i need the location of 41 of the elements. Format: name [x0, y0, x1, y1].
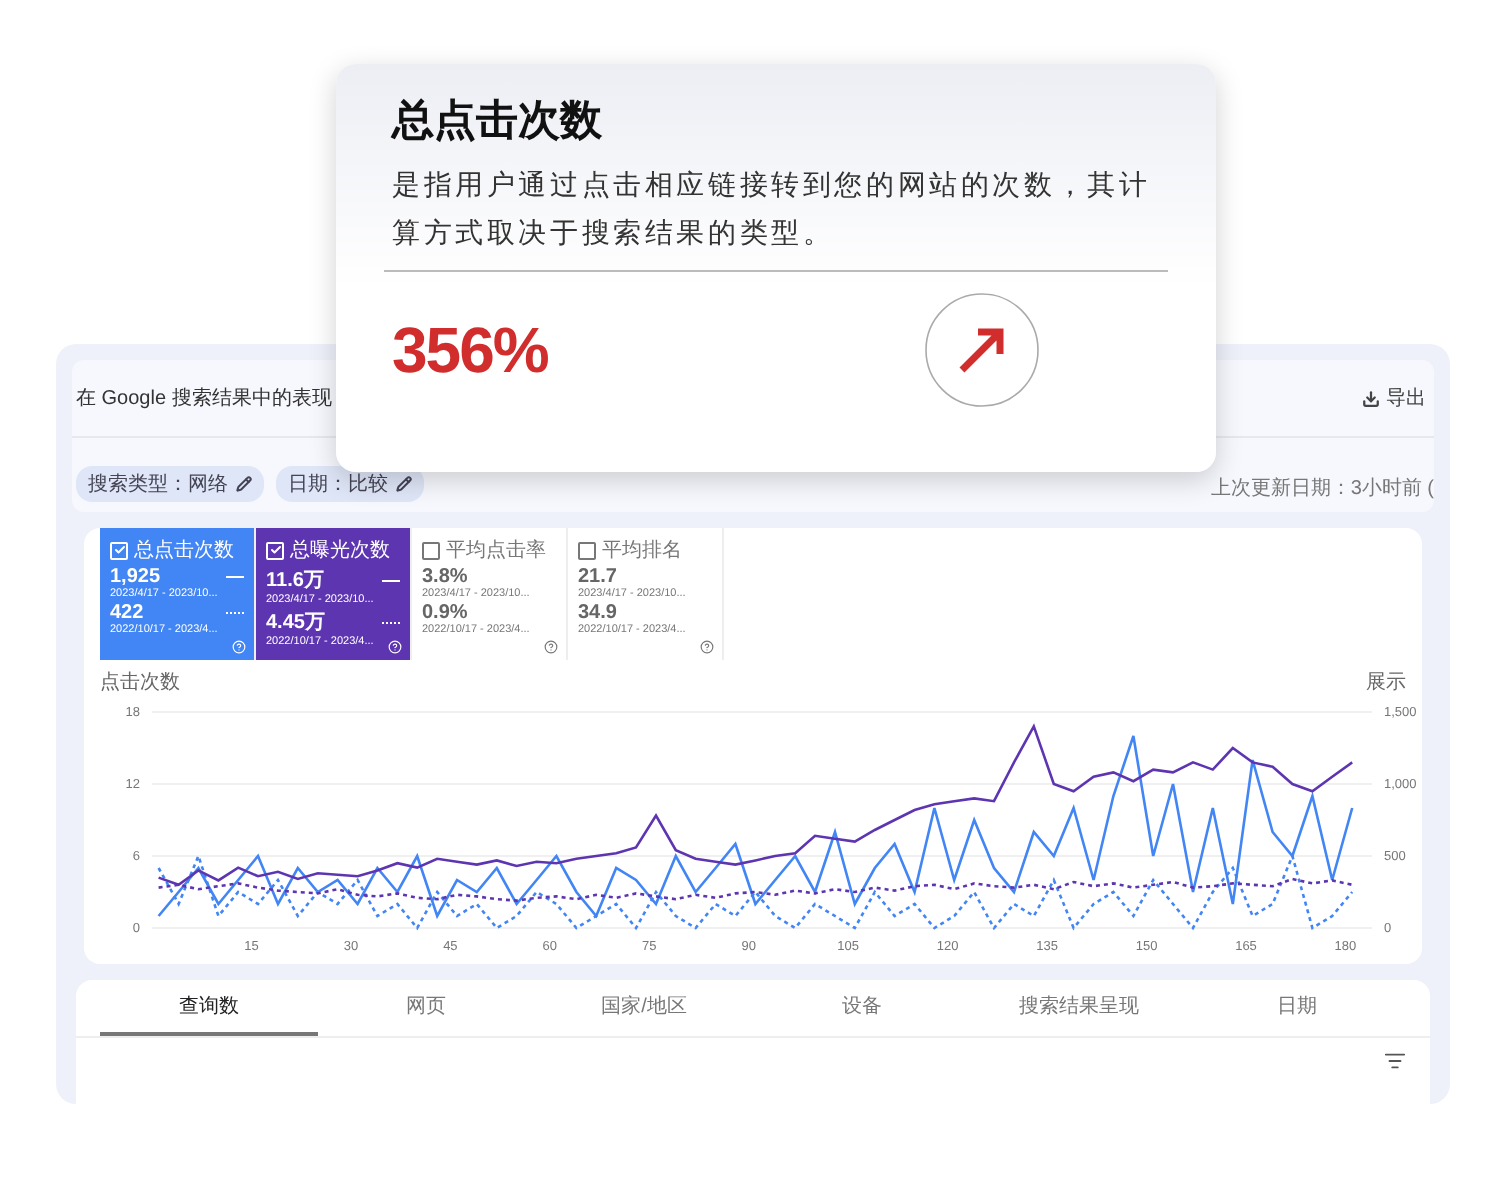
checkbox[interactable] [422, 541, 440, 559]
metric-value: 34.9 [578, 602, 617, 624]
card-title: 总点击次数 [392, 96, 604, 148]
axis-title: 展示 [1366, 670, 1406, 696]
export-button[interactable]: 导出 [1362, 384, 1426, 412]
metric-value: 11.6万 [266, 568, 324, 594]
metric-label: 总点击次数 [134, 537, 234, 564]
table-tab[interactable]: 搜索结果呈现 [970, 980, 1189, 1036]
report-title: 在 Google 搜索结果中的表现 [76, 385, 332, 412]
filter-chip[interactable]: 搜索类型：网络 [76, 466, 264, 502]
last-updated-text: 上次更新日期：3小时前 ( [1210, 475, 1434, 502]
pencil-icon [396, 476, 412, 492]
table-tab[interactable]: 国家/地区 [535, 980, 753, 1036]
filter-icon[interactable] [1384, 1050, 1406, 1072]
table-tab[interactable]: 设备 [752, 980, 971, 1036]
checkbox[interactable] [578, 541, 596, 559]
metric-label: 平均点击率 [446, 537, 546, 564]
download-icon [1362, 389, 1380, 407]
table-tab[interactable]: 查询数 [100, 980, 318, 1036]
metric-value: 4.45万 [266, 610, 325, 636]
dotted-line-icon [226, 612, 244, 614]
metric-value: 1,925 [110, 566, 161, 588]
growth-value: 356% [392, 313, 548, 387]
metric-label: 平均排名 [602, 537, 682, 564]
metric-value: 0.9% [422, 602, 468, 624]
metric-label: 总曝光次数 [290, 537, 390, 564]
solid-line-icon [226, 576, 244, 578]
pencil-icon [236, 476, 252, 492]
filter-chip[interactable]: 日期：比较 [276, 466, 424, 502]
table-tab[interactable]: 日期 [1188, 980, 1406, 1036]
metric-value: 422 [110, 602, 144, 624]
solid-line-icon [382, 579, 400, 581]
dotted-line-icon [382, 621, 400, 623]
help-icon[interactable] [544, 640, 558, 654]
card-description: 是指用户通过点击相应链接转到您的网站的次数，其计算方式取决于搜索结果的类型。 [392, 166, 1153, 252]
metric-value: 21.7 [578, 566, 617, 588]
trend-up-icon [924, 292, 1040, 408]
axis-title: 点击次数 [100, 669, 180, 696]
help-icon[interactable] [700, 640, 714, 654]
table-tab[interactable]: 网页 [317, 980, 536, 1036]
metric-value: 3.8% [422, 566, 468, 588]
